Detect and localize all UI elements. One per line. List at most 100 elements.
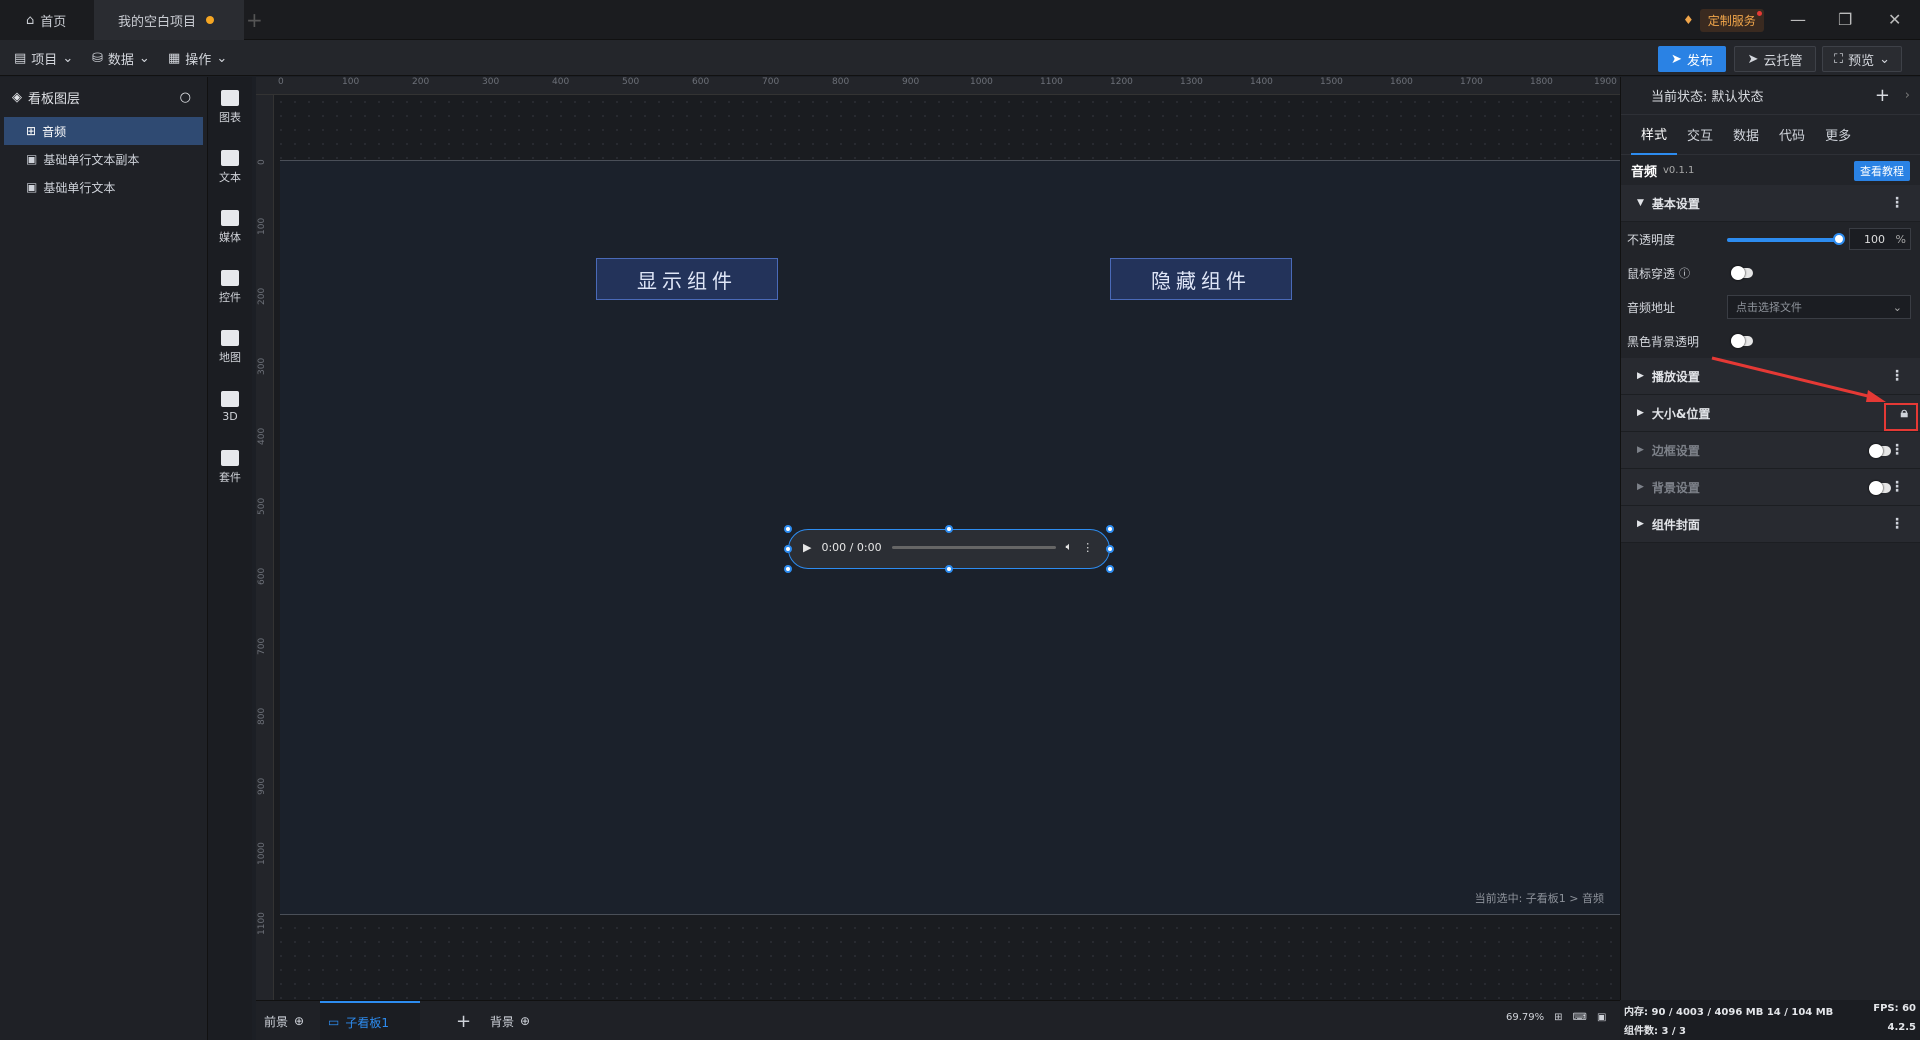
- ruler-tick: 500: [622, 77, 640, 87]
- more-vertical-icon[interactable]: ⋮: [1890, 516, 1904, 532]
- opacity-slider-knob[interactable]: [1833, 233, 1845, 245]
- more-vertical-icon[interactable]: ⋮: [1082, 541, 1093, 554]
- prop-label: 鼠标穿透: [1627, 266, 1676, 281]
- ruler-tick: 900: [257, 777, 267, 795]
- minimize-icon[interactable]: —: [1790, 10, 1806, 29]
- prop-label: 不透明度: [1627, 232, 1676, 247]
- hide-component-button[interactable]: 隐藏组件: [1110, 258, 1292, 300]
- component-control[interactable]: 控件: [208, 257, 252, 317]
- more-vertical-icon[interactable]: ⋮: [1890, 195, 1904, 211]
- component-chart[interactable]: 图表: [208, 77, 252, 137]
- caret-right-icon: ▶: [1637, 408, 1644, 418]
- black-bg-toggle[interactable]: [1731, 334, 1753, 348]
- menu-data[interactable]: ⛁ 数据 ⌄: [92, 49, 150, 68]
- text-icon: [221, 149, 239, 166]
- component-label: 文本: [219, 170, 241, 184]
- audio-progress-track[interactable]: [891, 545, 1056, 549]
- custom-service[interactable]: ♦ 定制服务: [1683, 8, 1764, 32]
- add-circle-icon[interactable]: ⊕: [520, 1014, 530, 1028]
- tab-code[interactable]: 代码: [1769, 115, 1815, 155]
- border-toggle[interactable]: [1869, 444, 1891, 458]
- tab-background[interactable]: 背景 ⊕: [490, 1001, 530, 1040]
- menu-operate[interactable]: ▦ 操作 ⌄: [168, 49, 227, 68]
- preview-label: 预览: [1848, 53, 1875, 69]
- tab-more[interactable]: 更多: [1815, 115, 1861, 155]
- restore-icon[interactable]: ❐: [1838, 10, 1852, 29]
- resize-handle[interactable]: [1106, 565, 1114, 573]
- add-state-icon[interactable]: +: [1875, 85, 1890, 106]
- layer-item[interactable]: ⊞ 音频: [4, 117, 203, 145]
- terminal-icon[interactable]: ▣: [1597, 1012, 1606, 1023]
- resize-handle[interactable]: [1106, 545, 1114, 553]
- state-label: 当前状态: 默认状态: [1651, 90, 1764, 105]
- add-tab-icon[interactable]: +: [246, 8, 263, 32]
- annotation-arrow: [1711, 356, 1886, 402]
- grid-icon: ▦: [168, 51, 181, 66]
- preview-button[interactable]: ⛶ 预览 ⌄: [1822, 46, 1902, 72]
- tutorial-button[interactable]: 查看教程: [1854, 161, 1910, 181]
- keyboard-icon[interactable]: ⌨: [1573, 1012, 1587, 1023]
- background-toggle[interactable]: [1869, 481, 1891, 495]
- section-basic-settings[interactable]: ▼ 基本设置 ⋮: [1621, 185, 1920, 222]
- audio-file-select[interactable]: 点击选择文件 ⌄: [1727, 295, 1911, 319]
- add-board-icon[interactable]: +: [456, 1001, 471, 1040]
- opacity-slider[interactable]: [1727, 238, 1839, 242]
- show-component-button[interactable]: 显示组件: [596, 258, 778, 300]
- send-icon: ➤: [1671, 51, 1682, 67]
- component-text[interactable]: 文本: [208, 137, 252, 197]
- component-kit[interactable]: 套件: [208, 437, 252, 497]
- component-map[interactable]: 地图: [208, 317, 252, 377]
- section-border-settings[interactable]: ▶ 边框设置 ⋮: [1621, 432, 1920, 469]
- resize-handle[interactable]: [945, 525, 953, 533]
- prop-mouse-through: 鼠标穿透 ⓘ: [1623, 256, 1920, 290]
- section-label: 边框设置: [1651, 443, 1700, 458]
- chevron-down-icon: ⌄: [138, 51, 150, 66]
- opacity-input[interactable]: 100 %: [1849, 228, 1911, 250]
- ruler-tick: 1000: [970, 77, 993, 87]
- mouse-through-toggle[interactable]: [1731, 266, 1753, 280]
- resize-handle[interactable]: [945, 565, 953, 573]
- fit-icon[interactable]: ⊞: [1554, 1012, 1562, 1023]
- more-vertical-icon[interactable]: ⋮: [1890, 479, 1904, 495]
- zoom-level[interactable]: 69.79%: [1506, 1012, 1544, 1023]
- layer-item[interactable]: ▣ 基础单行文本: [4, 173, 203, 201]
- search-icon[interactable]: ○: [180, 90, 191, 105]
- resize-handle[interactable]: [784, 545, 792, 553]
- play-icon[interactable]: ▶: [803, 541, 811, 554]
- tab-style[interactable]: 样式: [1631, 115, 1678, 155]
- audio-time: 0:00 / 0:00: [821, 540, 882, 554]
- tab-foreground[interactable]: 前景 ⊕: [264, 1001, 304, 1040]
- section-cover[interactable]: ▶ 组件封面 ⋮: [1621, 506, 1920, 543]
- tab-home[interactable]: ⌂ 首页: [0, 0, 94, 40]
- volume-icon[interactable]: 🔈︎: [1066, 540, 1073, 554]
- component-version: v0.1.1: [1663, 164, 1695, 176]
- control-icon: [221, 269, 239, 286]
- audio-player[interactable]: ▶ 0:00 / 0:00 🔈︎ ⋮: [788, 529, 1110, 569]
- ruler-tick: 1100: [1040, 77, 1063, 87]
- component-media[interactable]: 媒体: [208, 197, 252, 257]
- resize-handle[interactable]: [1106, 525, 1114, 533]
- resize-handle[interactable]: [784, 565, 792, 573]
- menu-data-label: 数据: [107, 53, 134, 68]
- tab-data[interactable]: 数据: [1723, 115, 1769, 155]
- section-bg-settings[interactable]: ▶ 背景设置 ⋮: [1621, 469, 1920, 506]
- caret-right-icon: ▶: [1637, 482, 1644, 492]
- help-icon[interactable]: ⓘ: [1679, 265, 1690, 281]
- more-vertical-icon[interactable]: ⋮: [1890, 442, 1904, 458]
- close-icon[interactable]: ✕: [1888, 10, 1901, 29]
- menu-project[interactable]: ▤ 项目 ⌄: [14, 49, 73, 68]
- cloud-host-button[interactable]: ➤ 云托管: [1734, 46, 1816, 72]
- chevron-right-icon[interactable]: ›: [1905, 88, 1910, 103]
- layers-header: ◈ 看板图层 ○: [0, 77, 207, 117]
- tab-project[interactable]: 我的空白项目: [94, 0, 244, 40]
- add-circle-icon[interactable]: ⊕: [294, 1014, 304, 1028]
- resize-handle[interactable]: [784, 525, 792, 533]
- tab-interaction[interactable]: 交互: [1677, 115, 1723, 155]
- layer-label: 基础单行文本: [43, 180, 116, 195]
- tab-background-label: 背景: [490, 1014, 515, 1029]
- ruler-tick: 1700: [1460, 77, 1483, 87]
- component-3d[interactable]: 3D: [208, 377, 252, 437]
- publish-button[interactable]: ➤ 发布: [1658, 46, 1726, 72]
- tab-sub-board[interactable]: ▭ 子看板1: [320, 1001, 420, 1040]
- layer-item[interactable]: ▣ 基础单行文本副本: [4, 145, 203, 173]
